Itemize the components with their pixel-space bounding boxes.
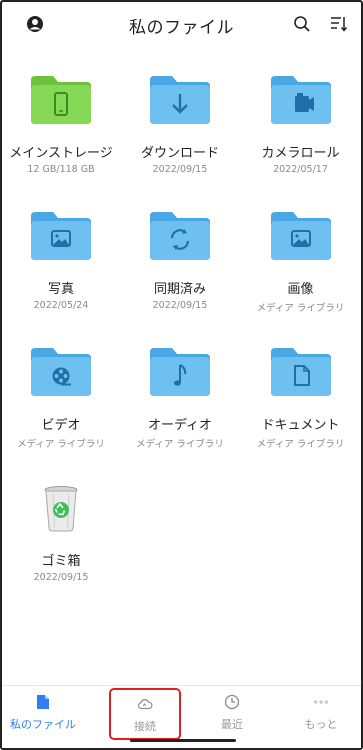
recycle-bin-icon [29,482,93,534]
folder-subtitle: 2022/05/24 [33,300,89,311]
folder-subtitle: メディア ライブラリ [136,439,224,450]
tab-label: 私のファイル [10,718,76,731]
camera-icon [269,74,333,126]
folder-grid: メインストレージ 12 GB/118 GB ダウンロード 2022/09/15 … [0,68,363,612]
tab-connect[interactable]: 接続 [109,688,181,740]
folder-audio[interactable]: オーディオ メディア ライブラリ [122,340,238,476]
home-indicator [130,739,236,742]
clock-icon [224,694,240,710]
folder-synced[interactable]: 同期済み 2022/09/15 [122,204,238,340]
more-dots-icon [313,694,329,710]
sort-icon[interactable] [327,12,351,36]
folder-subtitle: 12 GB/118 GB [27,164,95,175]
search-icon[interactable] [290,12,314,36]
folder-subtitle: 2022/05/17 [273,164,328,175]
account-icon[interactable] [23,12,47,36]
folder-subtitle: メディア ライブラリ [256,439,345,450]
folder-name: ビデオ [41,418,81,433]
top-bar: 私のファイル [0,0,363,50]
folder-subtitle: メディア ライブラリ [17,439,105,450]
folder-subtitle: 2022/09/15 [152,164,208,175]
tab-recent[interactable]: 最近 [198,686,266,742]
folder-camera-roll[interactable]: カメラロール 2022/05/17 [238,68,363,204]
folder-name: ゴミ箱 [41,554,81,569]
bottom-navigation: 私のファイル 接続 最近 もっと [2,685,361,748]
folder-photos[interactable]: 写真 2022/05/24 [0,204,122,340]
folder-subtitle: 2022/09/15 [33,572,89,583]
folder-name: 写真 [47,282,74,297]
cloud-icon [137,696,153,712]
page-title: 私のファイル [129,17,234,38]
download-arrow-icon [148,74,212,126]
folder-name: 同期済み [153,282,206,297]
phone-storage-icon [29,74,93,126]
folder-name: オーディオ [147,418,213,433]
document-icon [269,346,333,398]
tab-more[interactable]: もっと [285,686,357,742]
sync-icon [148,210,212,262]
tab-label: もっと [304,718,338,731]
film-reel-icon [29,346,93,398]
folder-images[interactable]: 画像 メディア ライブラリ [238,204,363,340]
picture-icon [269,210,333,262]
folder-name: カメラロール [261,146,340,161]
folder-subtitle: 2022/09/15 [152,300,208,311]
tab-my-files[interactable]: 私のファイル [4,686,82,742]
folder-name: ダウンロード [140,146,219,161]
folder-main-storage[interactable]: メインストレージ 12 GB/118 GB [0,68,122,204]
folder-subtitle: メディア ライブラリ [256,303,345,314]
folder-documents[interactable]: ドキュメント メディア ライブラリ [238,340,363,476]
folder-name: 画像 [287,282,314,297]
folder-videos[interactable]: ビデオ メディア ライブラリ [0,340,122,476]
music-note-icon [148,346,212,398]
folder-name: メインストレージ [9,146,113,161]
folder-trash[interactable]: ゴミ箱 2022/09/15 [0,476,122,612]
picture-icon [29,210,93,262]
file-icon [35,694,51,710]
tab-label: 最近 [221,718,243,731]
folder-downloads[interactable]: ダウンロード 2022/09/15 [122,68,238,204]
folder-name: ドキュメント [261,418,340,433]
tab-label: 接続 [134,720,156,733]
